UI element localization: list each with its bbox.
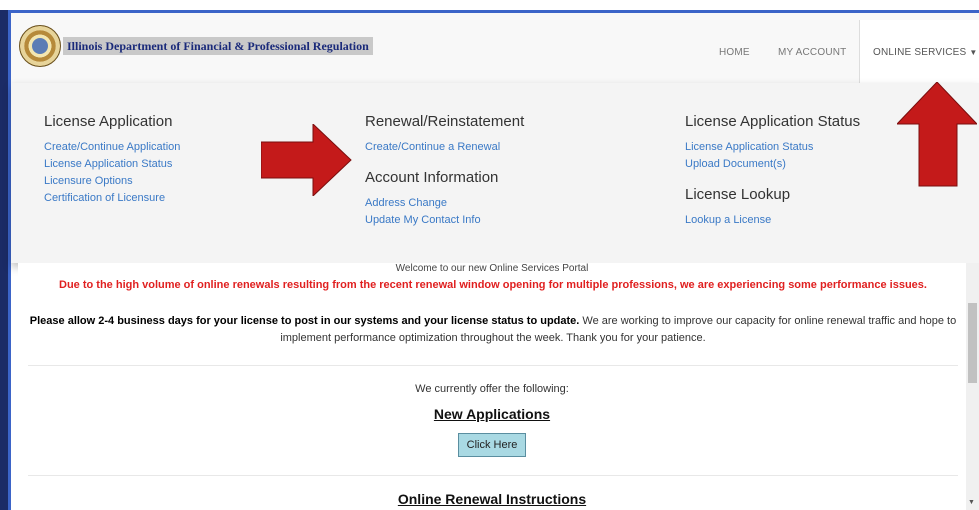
menu-link-address-change[interactable]: Address Change — [365, 195, 524, 212]
menu-link-application-status[interactable]: License Application Status — [685, 139, 860, 156]
processing-note: Please allow 2-4 business days for your … — [28, 313, 958, 347]
menu-link-certification-of-licensure[interactable]: Certification of Licensure — [44, 190, 180, 207]
nav-online-services[interactable]: ONLINE SERVICES ▼ — [873, 47, 978, 58]
menu-link-licensure-options[interactable]: Licensure Options — [44, 173, 180, 190]
red-arrow-up-icon — [897, 82, 977, 187]
online-services-dropdown: License Application Create/Continue Appl… — [11, 83, 979, 263]
menu-col-license-application: License Application Create/Continue Appl… — [44, 113, 180, 207]
navbar: Illinois Department of Financial & Profe… — [11, 13, 979, 84]
menu-heading-license-lookup: License Lookup — [685, 186, 791, 203]
renewal-instructions-heading[interactable]: Online Renewal Instructions — [18, 491, 966, 507]
menu-heading-account-information: Account Information — [365, 169, 499, 186]
brand-title[interactable]: Illinois Department of Financial & Profe… — [63, 37, 373, 55]
menu-heading-renewal: Renewal/Reinstatement — [365, 113, 525, 130]
welcome-text: Welcome to our new Online Services Porta… — [395, 263, 589, 274]
nav-my-account[interactable]: MY ACCOUNT — [778, 47, 847, 58]
menu-link-create-continue-application[interactable]: Create/Continue Application — [44, 139, 180, 156]
menu-link-upload-documents[interactable]: Upload Document(s) — [685, 156, 860, 173]
window-top-edge — [0, 0, 979, 10]
state-seal-icon[interactable] — [19, 25, 61, 67]
scroll-down-arrow-icon[interactable]: ▼ — [968, 499, 975, 506]
processing-note-bold: Please allow 2-4 business days for your … — [29, 315, 580, 327]
scrollbar-thumb[interactable] — [968, 303, 977, 383]
page-scrollbar[interactable]: ▼ — [966, 263, 979, 510]
red-arrow-right-icon — [261, 124, 352, 196]
performance-alert: Due to the high volume of online renewal… — [59, 279, 927, 291]
menu-heading-license-application: License Application — [44, 113, 173, 130]
new-applications-heading[interactable]: New Applications — [18, 406, 966, 422]
menu-link-lookup-license[interactable]: Lookup a License — [685, 212, 860, 229]
content-divider — [28, 475, 958, 476]
menu-link-create-continue-renewal[interactable]: Create/Continue a Renewal — [365, 139, 524, 156]
window-left-edge — [0, 10, 8, 510]
offer-text: We currently offer the following: — [415, 383, 569, 395]
menu-link-update-contact-info[interactable]: Update My Contact Info — [365, 212, 524, 229]
nav-home[interactable]: HOME — [719, 47, 750, 58]
nav-online-services-label: ONLINE SERVICES — [873, 47, 967, 58]
menu-link-license-application-status[interactable]: License Application Status — [44, 156, 180, 173]
menu-col-application-status: License Application Status License Appli… — [685, 113, 860, 229]
content-divider — [28, 365, 958, 366]
menu-col-renewal: Renewal/Reinstatement Create/Continue a … — [365, 113, 524, 229]
menu-heading-license-application-status: License Application Status — [685, 113, 861, 130]
caret-down-icon: ▼ — [969, 48, 978, 57]
main-content: Welcome to our new Online Services Porta… — [18, 263, 966, 510]
click-here-button[interactable]: Click Here — [458, 433, 526, 457]
